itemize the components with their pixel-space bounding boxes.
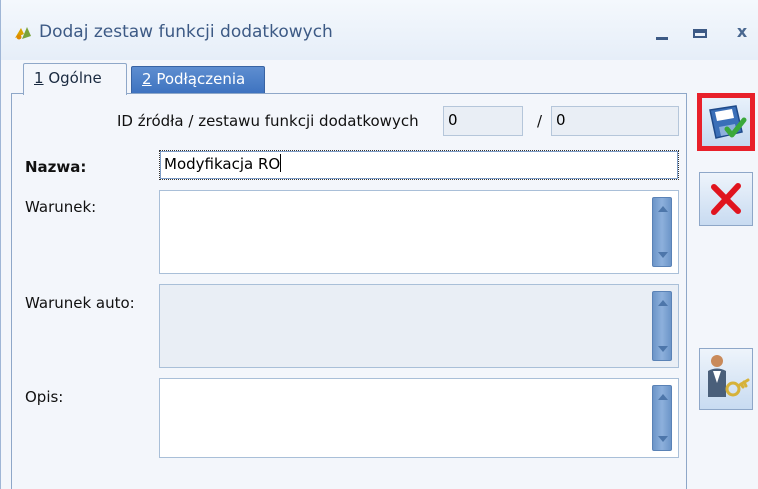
nazwa-value: Modyfikacja RO bbox=[164, 155, 281, 173]
minimize-icon bbox=[656, 37, 668, 40]
id-label: ID źródła / zestawu funkcji dodatkowych bbox=[117, 112, 419, 130]
id-set-field[interactable]: 0 bbox=[551, 106, 679, 136]
minimize-button[interactable] bbox=[651, 20, 673, 44]
window-title: Dodaj zestaw funkcji dodatkowych bbox=[39, 22, 333, 42]
title-bar[interactable]: Dodaj zestaw funkcji dodatkowych x bbox=[1, 0, 758, 60]
red-x-icon bbox=[711, 183, 741, 215]
close-button[interactable]: x bbox=[731, 20, 753, 44]
warunek-auto-scrollbar[interactable] bbox=[652, 291, 672, 361]
warunek-auto-label: Warunek auto: bbox=[25, 294, 135, 312]
scroll-up-icon[interactable] bbox=[658, 300, 668, 306]
app-icon bbox=[15, 27, 31, 40]
tab-ogolne[interactable]: 1 Ogólne bbox=[23, 63, 127, 95]
dialog-window: Dodaj zestaw funkcji dodatkowych x 1 Ogó… bbox=[0, 0, 758, 489]
scroll-up-icon[interactable] bbox=[658, 206, 668, 212]
warunek-auto-textarea[interactable] bbox=[159, 284, 679, 368]
nazwa-input[interactable]: Modyfikacja RO bbox=[159, 150, 679, 180]
scroll-up-icon[interactable] bbox=[658, 394, 668, 400]
maximize-icon bbox=[693, 29, 707, 38]
tab-ogolne-label: Ogólne bbox=[48, 69, 102, 87]
opis-textarea[interactable] bbox=[159, 378, 679, 458]
save-button[interactable] bbox=[697, 93, 755, 151]
opis-label: Opis: bbox=[25, 388, 64, 406]
warunek-textarea[interactable] bbox=[159, 190, 679, 274]
person-key-icon bbox=[708, 355, 750, 397]
id-source-field[interactable]: 0 bbox=[443, 106, 523, 136]
scroll-down-icon[interactable] bbox=[658, 436, 668, 442]
permissions-button[interactable] bbox=[699, 348, 753, 410]
cancel-button[interactable] bbox=[699, 172, 753, 226]
scroll-down-icon[interactable] bbox=[658, 252, 668, 258]
text-caret bbox=[280, 154, 282, 172]
nazwa-label: Nazwa: bbox=[25, 158, 87, 176]
tab-podlaczenia-label: Podłączenia bbox=[156, 70, 246, 88]
scroll-down-icon[interactable] bbox=[658, 346, 668, 352]
id-separator: / bbox=[537, 112, 543, 130]
tab-ogolne-key: 1 bbox=[34, 69, 44, 87]
floppy-check-icon bbox=[709, 105, 747, 139]
opis-scrollbar[interactable] bbox=[652, 385, 672, 451]
warunek-scrollbar[interactable] bbox=[652, 197, 672, 267]
tab-podlaczenia[interactable]: 2 Podłączenia bbox=[131, 66, 265, 93]
warunek-label: Warunek: bbox=[25, 198, 97, 216]
maximize-button[interactable] bbox=[689, 20, 711, 44]
tab-podlaczenia-key: 2 bbox=[142, 70, 152, 88]
